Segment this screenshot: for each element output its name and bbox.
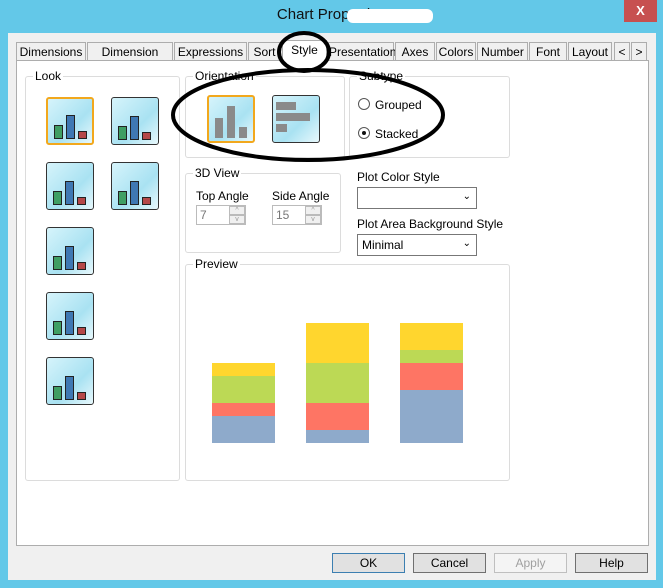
- bar-icon: [78, 131, 87, 139]
- look-label: Look: [33, 69, 64, 83]
- bar-icon: [54, 125, 63, 139]
- tab-number[interactable]: Number: [477, 42, 528, 61]
- side-angle-spinner[interactable]: 15 ^ v: [272, 205, 322, 225]
- look-2d-shadow-bar-button[interactable]: [46, 162, 94, 210]
- bar-icon: [118, 126, 127, 140]
- tab-scroll-left[interactable]: <: [614, 42, 630, 61]
- preview-bar-segment: [306, 363, 369, 403]
- tab-scroll-right[interactable]: >: [631, 42, 647, 61]
- subtype-label: Subtype: [357, 69, 406, 83]
- bar-icon: [53, 321, 62, 335]
- stacked-radio[interactable]: [358, 127, 370, 139]
- orientation-vertical-button[interactable]: [207, 95, 255, 143]
- preview-bar-segment: [212, 416, 275, 443]
- plot-bg-style-select[interactable]: Minimal ⌄: [357, 234, 477, 256]
- plot-bg-style-value: Minimal: [362, 238, 404, 252]
- tab-style[interactable]: Style: [282, 40, 327, 62]
- look-3d-box-depth-button[interactable]: [46, 357, 94, 405]
- tab-font[interactable]: Font: [529, 42, 567, 61]
- grouped-label: Grouped: [375, 98, 422, 112]
- look-2d-flat-bar-button[interactable]: [46, 97, 94, 145]
- tab-sort[interactable]: Sort: [248, 42, 281, 61]
- tab-expressions[interactable]: Expressions: [174, 42, 247, 61]
- plot-color-style-select[interactable]: ⌄: [357, 187, 477, 209]
- preview-bar-segment: [400, 389, 463, 443]
- window-title: Chart Properties: [276, 6, 387, 23]
- bar-icon: [66, 115, 75, 139]
- redacted-title-part: [347, 9, 433, 23]
- look-3d-cylinder-button[interactable]: [46, 292, 94, 340]
- grouped-radio[interactable]: [358, 98, 370, 110]
- tab-axes[interactable]: Axes: [395, 42, 435, 61]
- tab-layout[interactable]: Layout: [568, 42, 612, 61]
- side-angle-label: Side Angle: [272, 189, 330, 203]
- top-angle-spinner[interactable]: 7 ^ v: [196, 205, 246, 225]
- look-group: Look: [25, 69, 180, 481]
- bar-icon: [142, 132, 151, 140]
- bar-icon: [65, 311, 74, 335]
- orientation-horizontal-button[interactable]: [272, 95, 320, 143]
- bar-icon: [53, 386, 62, 400]
- plot-bg-style-label: Plot Area Background Style: [357, 217, 504, 231]
- bar-icon: [118, 191, 127, 205]
- orientation-group: Orientation: [185, 69, 345, 158]
- preview-chart: [186, 265, 509, 480]
- bar-icon: [77, 327, 86, 335]
- bar-icon: [77, 392, 86, 400]
- bar-icon: [130, 116, 139, 140]
- tab-panel-style: Look Orientation Subtype Grouped Stacked…: [16, 60, 649, 546]
- preview-bar-segment: [400, 363, 463, 390]
- preview-bar-segment: [306, 403, 369, 430]
- bar-icon: [65, 376, 74, 400]
- look-3d-cylinder-depth-button[interactable]: [111, 97, 159, 145]
- preview-bar-segment: [400, 349, 463, 364]
- chevron-down-icon: ⌄: [462, 238, 471, 249]
- bar-icon: [65, 246, 74, 270]
- tab-dimensions[interactable]: Dimensions: [16, 42, 86, 61]
- spin-up-icon[interactable]: ^: [305, 206, 321, 215]
- side-angle-value: 15: [276, 208, 290, 222]
- tab-presentation[interactable]: Presentation: [328, 42, 396, 61]
- bar-icon: [65, 181, 74, 205]
- preview-bar-segment: [212, 363, 275, 377]
- bar-icon: [130, 181, 139, 205]
- cancel-button[interactable]: Cancel: [413, 553, 486, 573]
- preview-bar-segment: [400, 323, 463, 350]
- plot-color-style-label: Plot Color Style: [357, 170, 440, 184]
- top-angle-value: 7: [200, 208, 207, 222]
- preview-bar-segment: [306, 429, 369, 443]
- preview-bar-segment: [212, 376, 275, 403]
- look-3d-box-bar-button[interactable]: [46, 227, 94, 275]
- stacked-label: Stacked: [375, 127, 419, 141]
- spin-down-icon[interactable]: v: [229, 215, 245, 224]
- bar-icon: [142, 197, 151, 205]
- preview-bar-segment: [212, 403, 275, 417]
- bar-icon: [77, 197, 86, 205]
- chevron-down-icon: ⌄: [462, 191, 471, 202]
- bar-icon: [53, 191, 62, 205]
- 3d-view-group: 3D View Top Angle 7 ^ v Side Angle 15 ^ v: [185, 166, 341, 253]
- tab-dimension-limits[interactable]: Dimension Limits: [87, 42, 173, 77]
- spin-down-icon[interactable]: v: [305, 215, 321, 224]
- subtype-group: Subtype Grouped Stacked: [349, 69, 510, 158]
- spin-up-icon[interactable]: ^: [229, 206, 245, 215]
- ok-button[interactable]: OK: [332, 553, 405, 573]
- bar-icon: [53, 256, 62, 270]
- preview-bar-segment: [306, 323, 369, 363]
- apply-button[interactable]: Apply: [494, 553, 567, 573]
- close-button[interactable]: X: [624, 0, 657, 22]
- bar-icon: [77, 262, 86, 270]
- orientation-label: Orientation: [193, 69, 256, 83]
- help-button[interactable]: Help: [575, 553, 648, 573]
- top-angle-label: Top Angle: [196, 189, 249, 203]
- tab-colors[interactable]: Colors: [436, 42, 476, 61]
- 3d-view-label: 3D View: [193, 166, 242, 180]
- preview-group: Preview: [185, 257, 510, 481]
- look-2d-gloss-bar-button[interactable]: [111, 162, 159, 210]
